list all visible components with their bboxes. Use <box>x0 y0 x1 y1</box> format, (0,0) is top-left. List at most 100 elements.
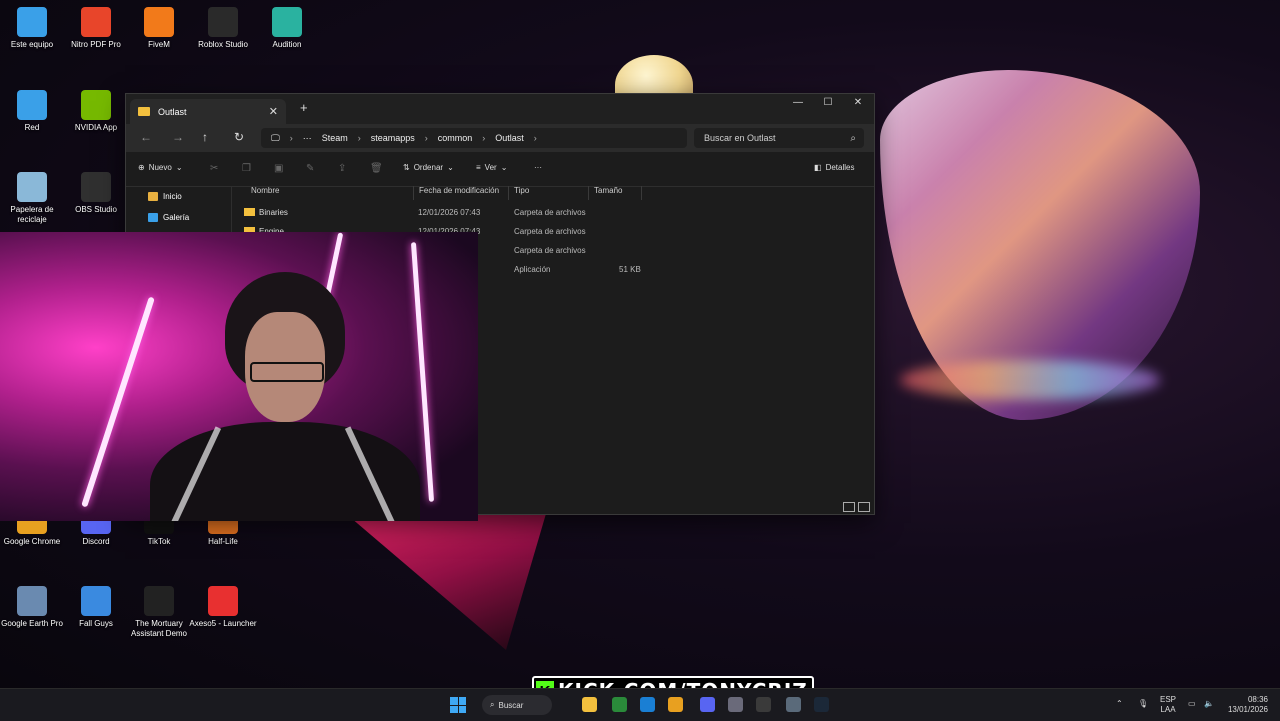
refresh-icon[interactable]: ↻ <box>234 130 244 144</box>
column-name[interactable]: Nombre <box>246 186 413 200</box>
wallpaper-shape-red <box>330 500 550 650</box>
desktop-icon[interactable]: FiveM <box>124 7 194 50</box>
sort-icon: ⇅ <box>403 163 410 172</box>
taskbar-search[interactable]: ⌕ Buscar <box>482 695 552 715</box>
desktop-icon[interactable]: Axeso5 - Launcher <box>188 586 258 629</box>
breadcrumb-steam[interactable]: Steam <box>322 133 348 143</box>
chevron-right-icon: › <box>482 133 486 143</box>
maximize-button[interactable]: ☐ <box>813 94 843 114</box>
desktop-icon[interactable]: Papelera de reciclaje <box>0 172 67 225</box>
monitor-icon: 🖵 <box>271 132 280 143</box>
desktop-icon[interactable]: Este equipo <box>0 7 67 50</box>
search-icon: ⌕ <box>850 132 856 144</box>
desktop-icon[interactable]: Red <box>0 90 67 133</box>
cut-button[interactable]: ✂ <box>210 163 218 174</box>
view-icon: ≡ <box>476 163 481 172</box>
store-taskbar-icon[interactable] <box>612 697 627 712</box>
mortuary-assistant-icon <box>144 586 174 616</box>
chevron-right-icon: › <box>424 133 428 143</box>
folder-icon <box>244 208 255 216</box>
microphone-icon[interactable]: 🎙 <box>1138 699 1148 709</box>
paste-button[interactable]: ▣ <box>274 163 283 174</box>
steam-taskbar-icon[interactable] <box>814 697 829 712</box>
network-icon[interactable]: ▭ <box>1188 699 1196 709</box>
desktop-icon-label: Fall Guys <box>79 619 113 628</box>
desktop-icon-label: The Mortuary Assistant Demo <box>130 619 188 638</box>
volume-icon[interactable]: 🔈 <box>1204 699 1214 709</box>
details-button[interactable]: ◧ Detalles <box>814 163 854 172</box>
details-view-icon[interactable] <box>843 502 855 512</box>
desktop-icon[interactable]: Fall Guys <box>61 586 131 629</box>
details-label: Detalles <box>825 163 855 172</box>
language-indicator[interactable]: ESP LAA <box>1160 695 1176 715</box>
neon-light <box>81 296 155 508</box>
close-tab-icon[interactable]: ✕ <box>269 105 278 118</box>
forward-arrow-icon[interactable]: → <box>172 130 184 144</box>
column-type[interactable]: Tipo <box>509 186 589 200</box>
more-locations-icon[interactable]: ··· <box>303 133 312 143</box>
settings-taskbar-icon[interactable] <box>728 697 743 712</box>
desktop-icon-label: Este equipo <box>10 40 54 49</box>
breadcrumb-steamapps[interactable]: steamapps <box>371 133 415 143</box>
start-button[interactable] <box>450 697 466 713</box>
discord-taskbar-icon[interactable] <box>700 697 715 712</box>
up-arrow-icon[interactable]: ↑ <box>202 130 208 144</box>
desktop-icon-label: TikTok <box>147 537 171 546</box>
large-icons-view-icon[interactable] <box>858 502 870 512</box>
more-options-button[interactable]: ··· <box>534 163 542 172</box>
desktop-icon-label: Audition <box>272 40 302 49</box>
search-input[interactable]: Buscar en Outlast ⌕ <box>694 128 864 148</box>
view-button[interactable]: ≡ Ver ⌄ <box>476 163 507 172</box>
obs-taskbar-icon[interactable] <box>756 697 771 712</box>
paste-icon: ▣ <box>274 163 284 174</box>
clock-date: 13/01/2026 <box>1227 705 1268 714</box>
desktop-icon[interactable]: OBS Studio <box>61 172 131 215</box>
breadcrumb-common[interactable]: common <box>438 133 473 143</box>
desktop-icon[interactable]: Roblox Studio <box>188 7 258 50</box>
desktop-icon-label: Nitro PDF Pro <box>71 40 121 49</box>
taskbar-search-label: Buscar <box>498 700 524 710</box>
new-label: Nuevo <box>148 163 172 172</box>
desktop-icon-label: NVIDIA App <box>74 123 118 132</box>
sidebar-item-label: Inicio <box>163 192 182 201</box>
file-type: Carpeta de archivos <box>514 227 586 236</box>
file-type: Aplicación <box>514 265 551 274</box>
desktop-icon-label: Papelera de reciclaje <box>10 205 54 224</box>
column-size[interactable]: Tamaño <box>589 186 642 200</box>
desktop-icon[interactable]: Google Earth Pro <box>0 586 67 629</box>
chevron-up-icon[interactable]: ⌃ <box>1116 699 1123 709</box>
address-bar: ← → ↑ ↻ 🖵 › ··· Steam › steamapps › comm… <box>126 124 874 152</box>
sidebar-item-inicio[interactable]: Inicio <box>148 192 182 201</box>
delete-button[interactable]: 🗑 <box>370 163 383 174</box>
share-button[interactable]: ⇪ <box>338 163 346 174</box>
close-window-button[interactable]: ✕ <box>843 94 873 114</box>
file-name: Binaries <box>259 208 288 217</box>
sidebar-item-galeria[interactable]: Galería <box>148 213 189 222</box>
sort-button[interactable]: ⇅ Ordenar ⌄ <box>403 163 454 172</box>
new-button[interactable]: ⊕ Nuevo ⌄ <box>138 163 183 172</box>
rename-button[interactable]: ✎ <box>306 163 314 174</box>
breadcrumb[interactable]: 🖵 › ··· Steam › steamapps › common › Out… <box>261 128 687 148</box>
new-tab-button[interactable]: + <box>300 100 308 115</box>
tab-outlast[interactable]: Outlast ✕ <box>130 99 286 124</box>
desktop-icon[interactable]: The Mortuary Assistant Demo <box>124 586 194 639</box>
clock[interactable]: 08:36 13/01/2026 <box>1226 695 1268 715</box>
google-earth-icon <box>17 586 47 616</box>
copy-button[interactable]: ❐ <box>242 163 251 174</box>
recycle-bin-icon <box>17 172 47 202</box>
minimize-button[interactable]: — <box>783 94 813 114</box>
sort-label: Ordenar <box>413 163 444 172</box>
table-row[interactable]: Binaries 12/01/2026 07:43 Carpeta de arc… <box>232 204 874 222</box>
desktop-icon[interactable]: Audition <box>252 7 322 50</box>
glasses <box>250 362 324 382</box>
file-explorer-taskbar-icon[interactable] <box>582 697 597 712</box>
desktop-icon[interactable]: Nitro PDF Pro <box>61 7 131 50</box>
column-modified[interactable]: Fecha de modificación <box>413 186 509 200</box>
back-arrow-icon[interactable]: ← <box>140 130 152 144</box>
breadcrumb-outlast[interactable]: Outlast <box>495 133 524 143</box>
desktop-icon[interactable]: NVIDIA App <box>61 90 131 133</box>
keyboard-layout: LAA <box>1160 705 1176 714</box>
chrome-taskbar-icon[interactable] <box>668 697 683 712</box>
app-taskbar-icon[interactable] <box>786 697 801 712</box>
edge-taskbar-icon[interactable] <box>640 697 655 712</box>
